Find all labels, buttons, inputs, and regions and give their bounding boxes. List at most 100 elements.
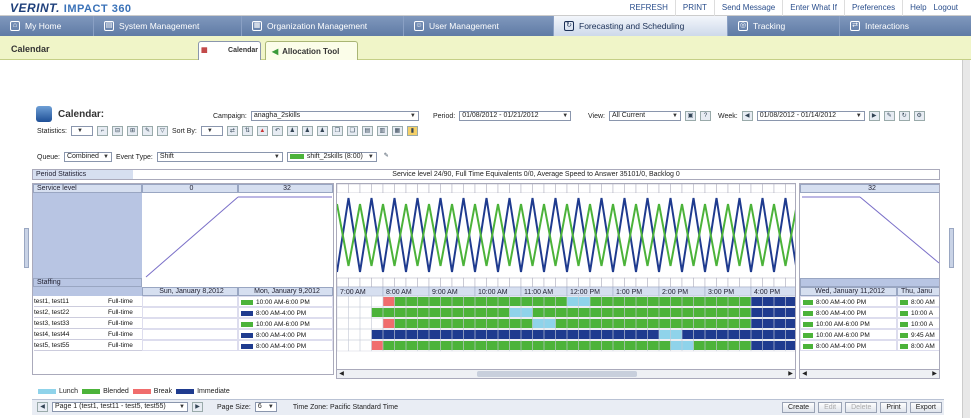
print-button[interactable]: Print xyxy=(880,402,907,413)
page-select[interactable]: Page 1 (test1, test11 - test5, test55) ▼ xyxy=(52,402,188,412)
tool-icon-7[interactable]: ▥ xyxy=(376,126,388,136)
scroll-right-icon[interactable]: ▶ xyxy=(786,370,795,378)
calendar-title: Calendar: xyxy=(58,109,105,120)
nav-interactions[interactable]: ⇄ Interactions xyxy=(840,16,971,36)
nav-forecasting-scheduling[interactable]: ↻ Forecasting and Scheduling xyxy=(554,16,728,36)
tool-icon-4[interactable]: ⇄ xyxy=(226,126,238,136)
agent-name[interactable]: test4, test44 xyxy=(34,329,108,340)
wed-shift-cell[interactable]: 8:00 AM-4:00 PM xyxy=(800,307,897,318)
help-icon[interactable]: ? xyxy=(700,111,711,121)
export-button[interactable]: Export xyxy=(909,402,942,413)
statistics-select[interactable]: ▼ xyxy=(70,126,93,136)
period-select[interactable]: 01/08/2012 - 01/21/2012 ▼ xyxy=(459,111,572,121)
right-hscrollbar[interactable]: ◀ ▶ xyxy=(799,369,940,379)
create-button[interactable]: Create xyxy=(782,402,816,413)
wed-shift-cell[interactable]: 8:00 AM-4:00 PM xyxy=(800,296,897,307)
preferences-link[interactable]: Preferences xyxy=(843,0,902,16)
agent-name[interactable]: test2, test22 xyxy=(34,307,108,318)
sortby-select[interactable]: ▼ xyxy=(200,126,223,136)
warning-icon[interactable]: ▲ xyxy=(256,126,268,136)
pencil-icon[interactable]: ✎ xyxy=(141,126,153,136)
send-message-link[interactable]: Send Message xyxy=(713,0,782,16)
page-size-select[interactable]: 6 ▼ xyxy=(254,402,277,412)
edit-shift-icon[interactable]: ✎ xyxy=(380,152,392,162)
nav-organization-management[interactable]: ▦ Organization Management xyxy=(242,16,404,36)
scroll-thumb[interactable] xyxy=(477,371,637,377)
wed-shift-cell[interactable]: 8:00 AM-4:00 PM xyxy=(800,340,897,351)
right-splitter[interactable] xyxy=(949,228,954,268)
middle-hscrollbar[interactable]: ◀ ▶ xyxy=(336,369,796,379)
tool-icon-2[interactable]: ⊟ xyxy=(111,126,123,136)
brush-icon[interactable]: ✎ xyxy=(883,111,895,121)
prev-page-icon[interactable]: ◀ xyxy=(37,402,48,412)
tool-icon-3[interactable]: ⊞ xyxy=(126,126,138,136)
view-options-icon[interactable]: ▣ xyxy=(685,111,696,121)
thu-shift-cell[interactable]: 10:00 A xyxy=(897,318,939,329)
event-type-select[interactable]: Shift ▼ xyxy=(156,152,283,162)
logout-link[interactable]: Logout xyxy=(934,0,965,16)
sun-cell[interactable] xyxy=(142,296,238,307)
week-select[interactable]: 01/08/2012 - 01/14/2012 ▼ xyxy=(756,111,865,121)
prev-week-icon[interactable]: ◀ xyxy=(741,111,753,121)
people-icon-1[interactable]: ♟ xyxy=(286,126,298,136)
hour-label: 10:00 AM xyxy=(478,289,508,296)
enter-what-if-link[interactable]: Enter What If xyxy=(782,0,844,16)
queue-select[interactable]: Combined ▼ xyxy=(63,152,112,162)
nav-system-management[interactable]: ▤ System Management xyxy=(94,16,242,36)
page-scrollbar[interactable] xyxy=(962,60,970,418)
sun-cell[interactable] xyxy=(142,329,238,340)
tool-icon-1[interactable]: ⌐ xyxy=(96,126,108,136)
delete-button[interactable]: Delete xyxy=(845,402,878,413)
next-page-icon[interactable]: ▶ xyxy=(192,402,203,412)
print-link[interactable]: PRINT xyxy=(674,0,714,16)
staffing-count-cell xyxy=(658,277,671,288)
sun-cell[interactable] xyxy=(142,307,238,318)
tool-icon-8[interactable]: ▦ xyxy=(391,126,403,136)
people-icon-2[interactable]: ♟ xyxy=(301,126,313,136)
thu-shift-cell[interactable]: 10:00 A xyxy=(897,307,939,318)
mon-shift-cell[interactable]: 10:00 AM-6:00 PM xyxy=(238,318,333,329)
people-icon-3[interactable]: ♟ xyxy=(316,126,328,136)
wed-shift-cell[interactable]: 10:00 AM-6:00 PM xyxy=(800,318,897,329)
filter-icon[interactable]: ▽ xyxy=(156,126,168,136)
tool-icon-5[interactable]: ⇅ xyxy=(241,126,253,136)
scroll-left-icon[interactable]: ◀ xyxy=(800,370,809,378)
nav-user-management[interactable]: ☺ User Management xyxy=(404,16,554,36)
nav-my-home[interactable]: ⌂ My Home xyxy=(0,16,94,36)
mon-shift-cell[interactable]: 8:00 AM-4:00 PM xyxy=(238,340,333,351)
thu-shift-text: 10:00 A xyxy=(911,310,934,317)
copy-icon[interactable]: ❐ xyxy=(331,126,343,136)
tool-icon-6[interactable]: ▤ xyxy=(361,126,373,136)
sun-cell[interactable] xyxy=(142,340,238,351)
right-grid: 32 Wed, January 11,2012 Thu, Janu 8:00 A… xyxy=(799,183,940,375)
agent-name[interactable]: test5, test55 xyxy=(34,340,108,351)
agent-name[interactable]: test1, test11 xyxy=(34,296,108,307)
edit-button[interactable]: Edit xyxy=(818,402,843,413)
scroll-left-icon[interactable]: ◀ xyxy=(337,370,346,378)
help-link[interactable]: Help xyxy=(902,0,933,16)
mon-shift-cell[interactable]: 8:00 AM-4:00 PM xyxy=(238,329,333,340)
campaign-select[interactable]: anagha_2skills ▼ xyxy=(250,111,419,121)
thu-shift-cell[interactable]: 8:00 AM xyxy=(897,340,939,351)
scroll-right-icon[interactable]: ▶ xyxy=(930,370,939,378)
sun-cell[interactable] xyxy=(142,318,238,329)
shift-select[interactable]: shift_2skills (8:00) ▼ xyxy=(286,152,377,162)
next-week-icon[interactable]: ▶ xyxy=(868,111,880,121)
refresh-link[interactable]: REFRESH xyxy=(623,0,675,16)
view-select[interactable]: All Current ▼ xyxy=(609,111,681,121)
left-splitter[interactable] xyxy=(24,228,29,268)
mon-shift-cell[interactable]: 8:00 AM-4:00 PM xyxy=(238,307,333,318)
refresh-icon[interactable]: ↻ xyxy=(898,111,910,121)
tab-allocation-tool[interactable]: ◀ Allocation Tool xyxy=(265,41,358,60)
thu-shift-cell[interactable]: 9:45 AM xyxy=(897,329,939,340)
mon-shift-cell[interactable]: 10:00 AM-6:00 PM xyxy=(238,296,333,307)
wed-shift-cell[interactable]: 10:00 AM-6:00 PM xyxy=(800,329,897,340)
tab-calendar[interactable]: ▦ Calendar xyxy=(198,41,261,61)
nav-tracking[interactable]: ◎ Tracking xyxy=(728,16,840,36)
thu-shift-cell[interactable]: 8:00 AM xyxy=(897,296,939,307)
paste-icon[interactable]: ❏ xyxy=(346,126,358,136)
settings-icon[interactable]: ⚙ xyxy=(913,111,925,121)
agent-name[interactable]: test3, test33 xyxy=(34,318,108,329)
undo-icon[interactable]: ↶ xyxy=(271,126,283,136)
chart-icon[interactable]: ▮ xyxy=(406,126,418,136)
